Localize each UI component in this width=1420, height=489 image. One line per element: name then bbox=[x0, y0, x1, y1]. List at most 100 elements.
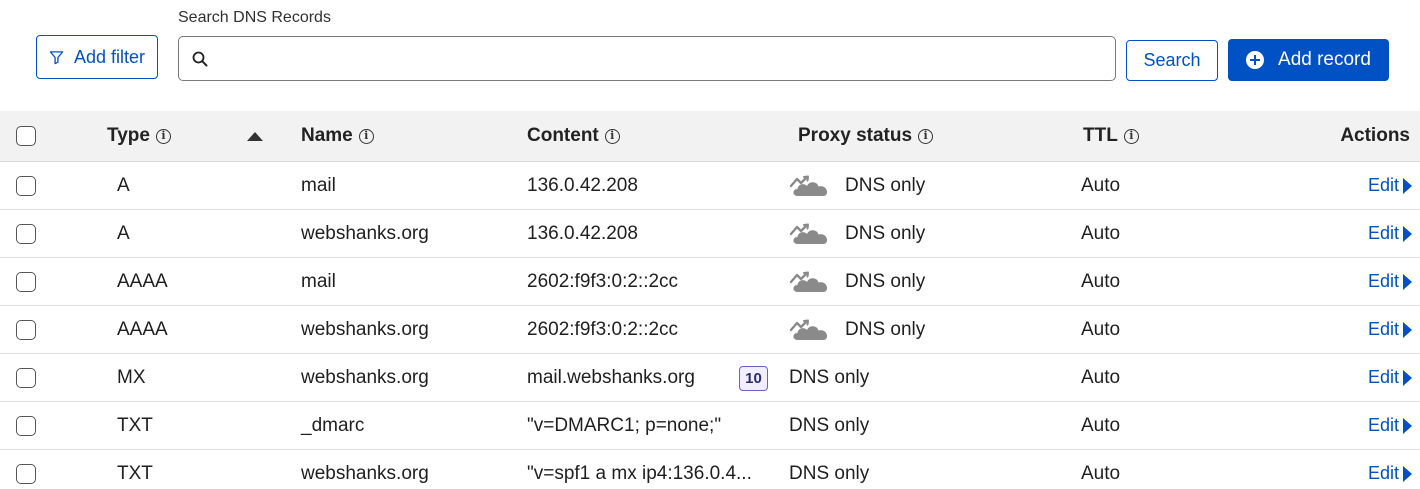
cloud-dns-only-icon[interactable] bbox=[789, 269, 831, 295]
table-row: TXT _dmarc "v=DMARC1; p=none;" DNS only Auto… bbox=[0, 402, 1420, 450]
column-header-name[interactable]: Name i bbox=[301, 111, 374, 161]
proxy-status-label: DNS only bbox=[845, 318, 926, 340]
caret-right-icon bbox=[1403, 177, 1412, 194]
add-record-label: Add record bbox=[1278, 49, 1371, 70]
record-type: AAAA bbox=[117, 318, 168, 340]
record-type: MX bbox=[117, 366, 146, 388]
record-type: TXT bbox=[117, 462, 153, 484]
edit-button[interactable]: Edit bbox=[1368, 319, 1412, 340]
column-label-type: Type bbox=[107, 125, 150, 146]
edit-button[interactable]: Edit bbox=[1368, 175, 1412, 196]
record-name: webshanks.org bbox=[301, 222, 429, 244]
caret-right-icon bbox=[1403, 369, 1412, 386]
record-name: webshanks.org bbox=[301, 318, 429, 340]
priority-badge: 10 bbox=[739, 366, 768, 391]
edit-label: Edit bbox=[1367, 271, 1399, 291]
info-icon[interactable]: i bbox=[358, 128, 374, 144]
column-label-name: Name bbox=[301, 125, 353, 146]
edit-button[interactable]: Edit bbox=[1368, 463, 1412, 484]
row-checkbox[interactable] bbox=[16, 415, 36, 436]
search-icon bbox=[192, 51, 208, 66]
add-record-button[interactable]: Add record bbox=[1228, 39, 1389, 81]
row-select-cell bbox=[16, 306, 36, 353]
row-checkbox[interactable] bbox=[16, 367, 36, 388]
row-checkbox[interactable] bbox=[16, 463, 36, 484]
dns-records-table: Type i Name i Content i Proxy status i T… bbox=[0, 111, 1420, 489]
record-name: _dmarc bbox=[301, 414, 365, 436]
search-input[interactable] bbox=[217, 37, 1115, 80]
row-checkbox[interactable] bbox=[16, 175, 36, 196]
column-header-ttl[interactable]: TTL i bbox=[1083, 111, 1139, 161]
record-ttl: Auto bbox=[1081, 414, 1121, 436]
proxy-status-label: DNS only bbox=[845, 222, 926, 244]
row-checkbox[interactable] bbox=[16, 319, 36, 340]
record-ttl: Auto bbox=[1081, 318, 1121, 340]
add-filter-button[interactable]: Add filter bbox=[36, 35, 158, 79]
edit-button[interactable]: Edit bbox=[1368, 367, 1412, 388]
record-content: 2602:f9f3:0:2::2cc bbox=[527, 270, 679, 292]
sort-ascending-icon[interactable] bbox=[247, 131, 263, 141]
column-header-actions: Actions bbox=[1340, 111, 1410, 161]
proxy-status-label: DNS only bbox=[789, 462, 870, 484]
record-type: TXT bbox=[117, 414, 153, 436]
table-row: AAAA webshanks.org 2602:f9f3:0:2::2cc DNS o… bbox=[0, 306, 1420, 354]
edit-cell: Edit bbox=[1368, 258, 1412, 305]
edit-button[interactable]: Edit bbox=[1368, 271, 1412, 292]
caret-right-icon bbox=[1403, 273, 1412, 290]
proxy-status: DNS only bbox=[789, 354, 869, 401]
cloud-dns-only-icon[interactable] bbox=[789, 173, 831, 199]
cloud-dns-only-icon[interactable] bbox=[789, 221, 831, 247]
record-name: webshanks.org bbox=[301, 462, 429, 484]
edit-label: Edit bbox=[1367, 319, 1399, 339]
edit-cell: Edit bbox=[1368, 402, 1412, 449]
row-select-cell bbox=[16, 402, 36, 449]
edit-button[interactable]: Edit bbox=[1368, 415, 1412, 436]
proxy-status-label: DNS only bbox=[789, 414, 870, 436]
record-content: 2602:f9f3:0:2::2cc bbox=[527, 318, 679, 340]
column-label-content: Content bbox=[527, 125, 599, 146]
column-label-ttl: TTL bbox=[1083, 125, 1118, 146]
caret-right-icon bbox=[1403, 321, 1412, 338]
cloud-dns-only-icon[interactable] bbox=[789, 317, 831, 343]
edit-label: Edit bbox=[1367, 367, 1399, 387]
row-checkbox[interactable] bbox=[16, 271, 36, 292]
info-icon[interactable]: i bbox=[604, 128, 620, 144]
edit-cell: Edit bbox=[1368, 210, 1412, 257]
info-icon[interactable]: i bbox=[1123, 128, 1139, 144]
column-label-proxy-status: Proxy status bbox=[798, 125, 913, 146]
sort-control[interactable] bbox=[247, 111, 263, 161]
proxy-status: DNS only bbox=[789, 162, 925, 209]
record-content: "v=spf1 a mx ip4:136.0.4... bbox=[527, 462, 752, 484]
select-all-cell bbox=[16, 111, 36, 161]
column-header-type[interactable]: Type i bbox=[107, 111, 171, 161]
proxy-status: DNS only bbox=[789, 402, 869, 449]
column-header-proxy-status[interactable]: Proxy status i bbox=[798, 111, 934, 161]
add-filter-label: Add filter bbox=[73, 46, 146, 67]
info-icon[interactable]: i bbox=[155, 128, 171, 144]
table-body: Amail 136.0.42.208 DNS only Auto Edit Awebsha… bbox=[0, 162, 1420, 489]
edit-label: Edit bbox=[1367, 463, 1399, 483]
record-type: A bbox=[117, 174, 130, 196]
proxy-status-label: DNS only bbox=[789, 366, 870, 388]
edit-label: Edit bbox=[1367, 223, 1399, 243]
row-select-cell bbox=[16, 162, 36, 209]
table-header: Type i Name i Content i Proxy status i T… bbox=[0, 111, 1420, 162]
proxy-status-label: DNS only bbox=[845, 270, 926, 292]
record-name: mail bbox=[301, 174, 336, 196]
row-checkbox[interactable] bbox=[16, 223, 36, 244]
record-content: 136.0.42.208 bbox=[527, 222, 638, 244]
record-name: mail bbox=[301, 270, 336, 292]
edit-button[interactable]: Edit bbox=[1368, 223, 1412, 244]
record-ttl: Auto bbox=[1081, 270, 1121, 292]
proxy-status-label: DNS only bbox=[845, 174, 926, 196]
search-field[interactable] bbox=[178, 36, 1116, 81]
select-all-checkbox[interactable] bbox=[16, 126, 36, 146]
search-button[interactable]: Search bbox=[1126, 40, 1218, 81]
table-row: AAAA mail 2602:f9f3:0:2::2cc DNS only Auto Ed… bbox=[0, 258, 1420, 306]
record-content: mail.webshanks.org bbox=[527, 366, 695, 388]
column-header-content[interactable]: Content i bbox=[527, 111, 620, 161]
info-icon[interactable]: i bbox=[918, 128, 934, 144]
search-label: Search DNS Records bbox=[178, 9, 331, 26]
row-select-cell bbox=[16, 258, 36, 305]
row-select-cell bbox=[16, 450, 36, 489]
